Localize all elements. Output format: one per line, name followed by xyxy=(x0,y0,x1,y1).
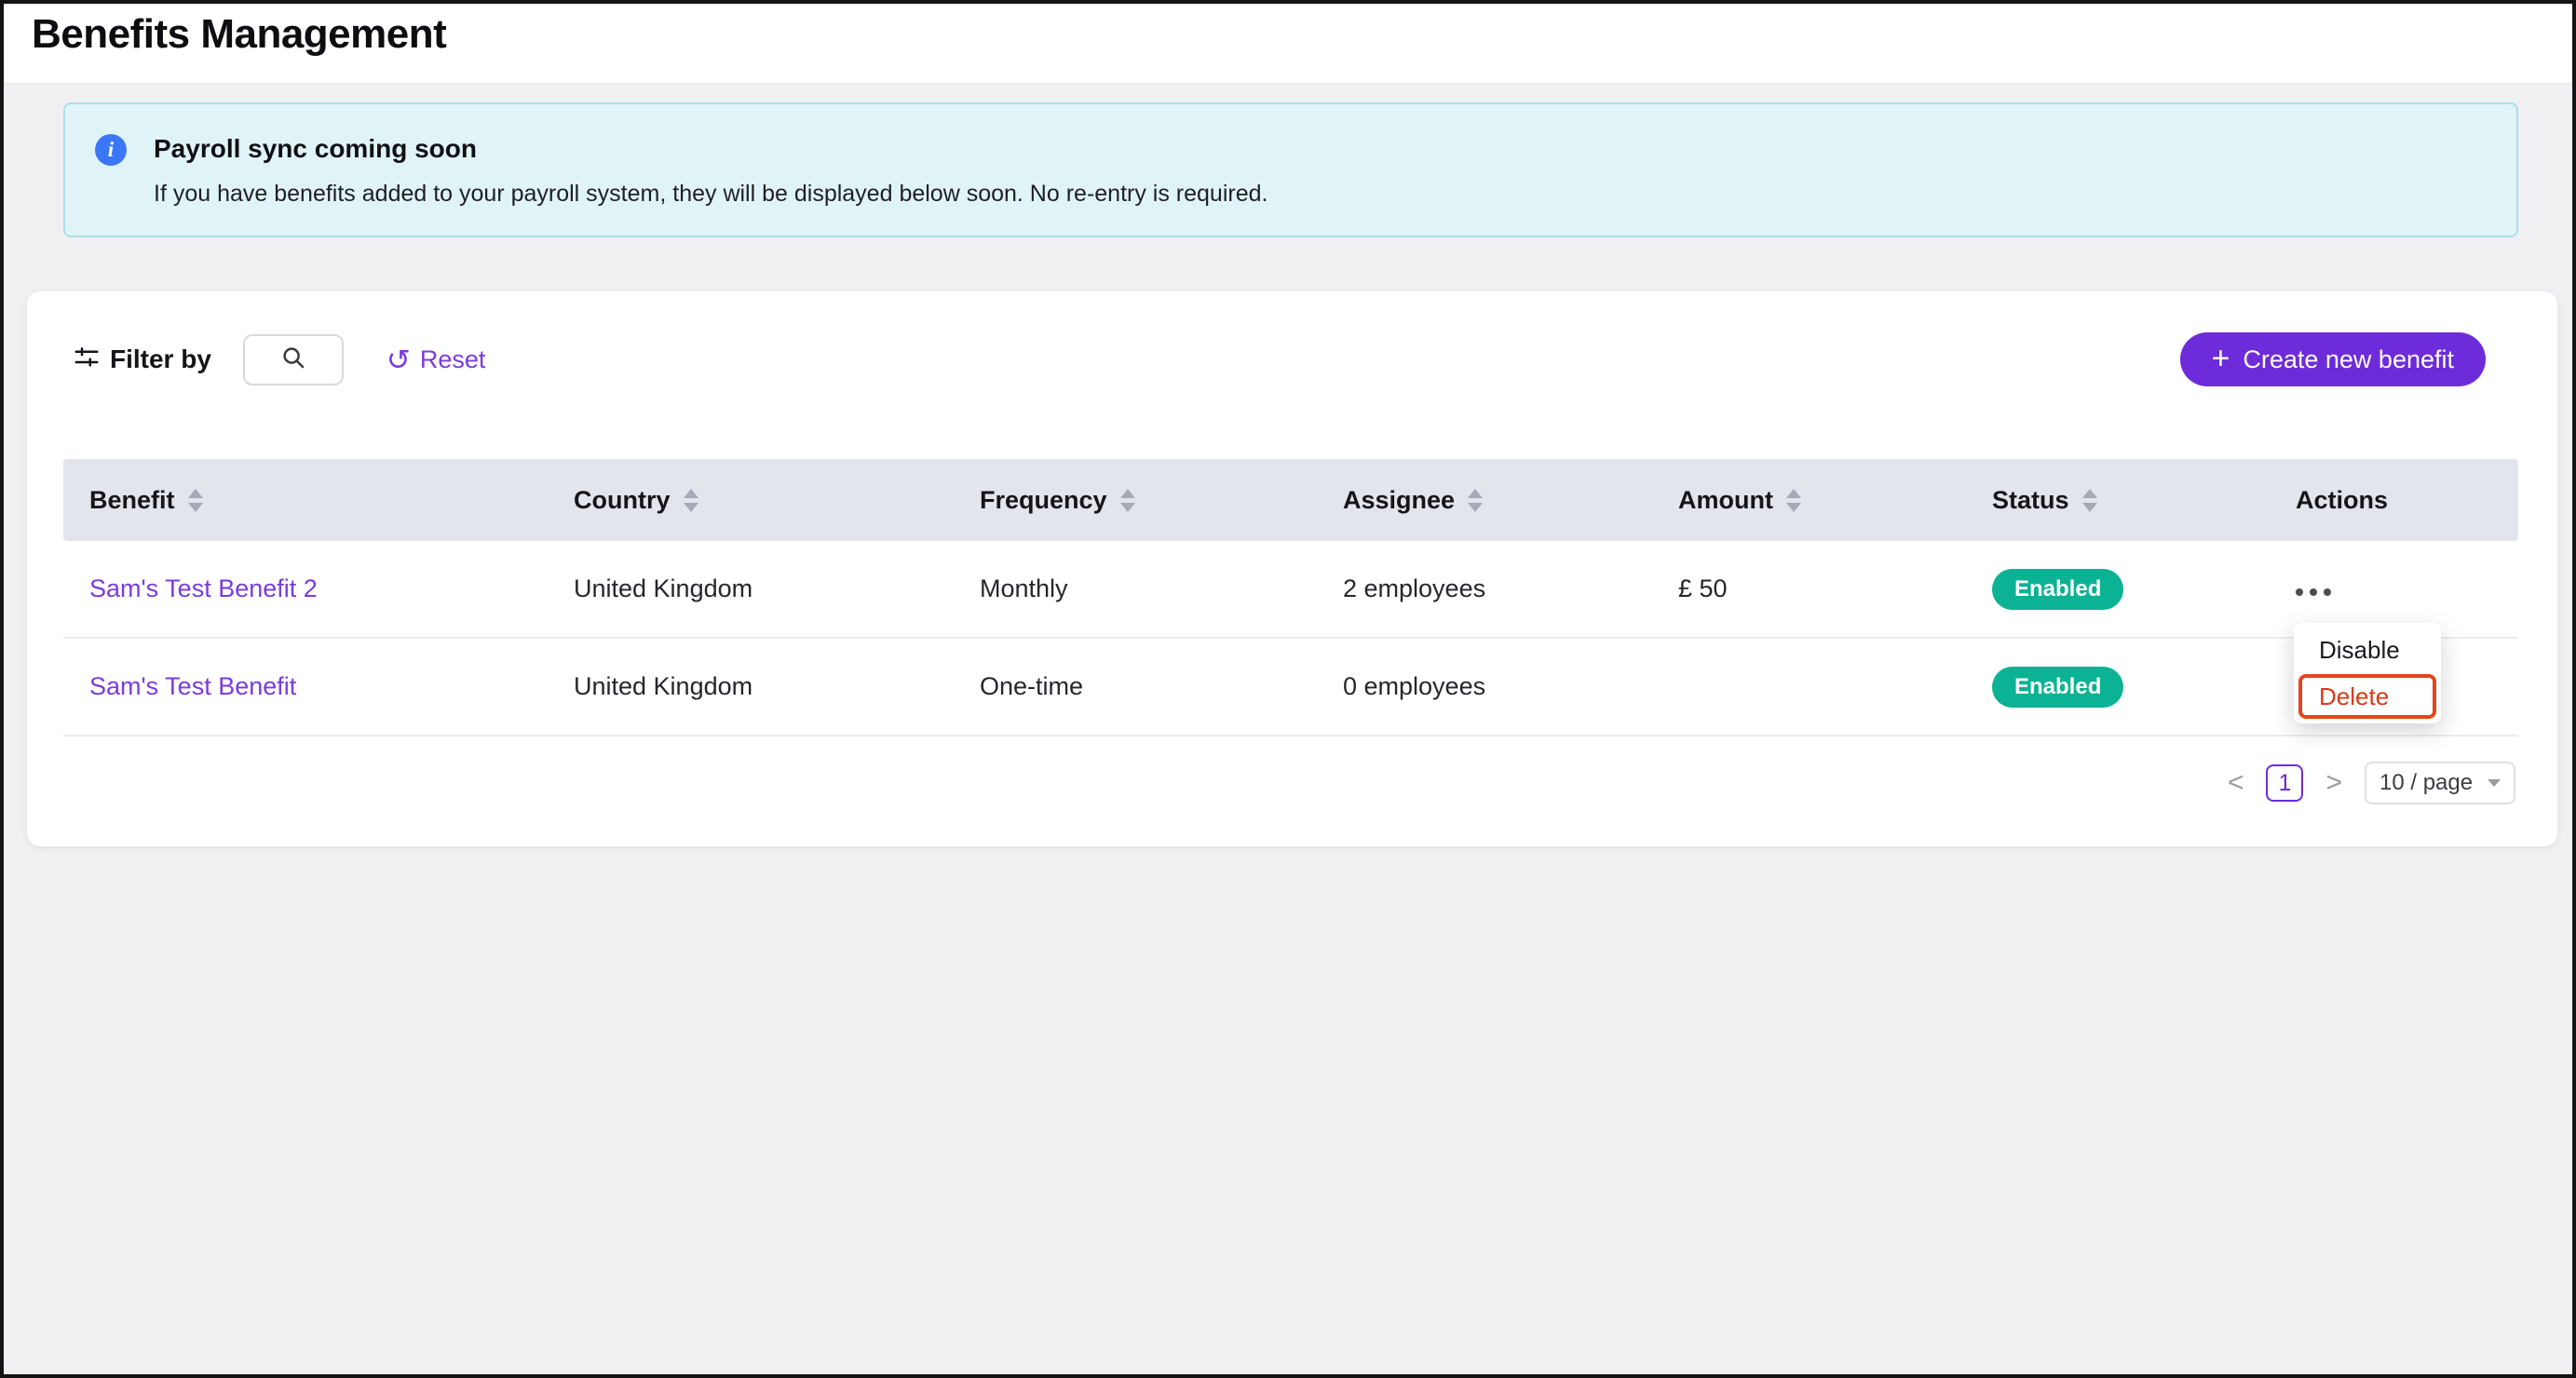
reset-icon: ↺ xyxy=(386,345,411,374)
sort-icon[interactable] xyxy=(684,489,698,512)
page-title: Benefits Management xyxy=(32,11,446,58)
benefits-card: Filter by ↺ Reset + Create new benefit B… xyxy=(27,291,2557,846)
frequency-cell: Monthly xyxy=(980,574,1343,603)
page-size-select[interactable]: 10 / page xyxy=(2365,762,2515,804)
reset-label: Reset xyxy=(420,345,486,374)
search-icon xyxy=(279,344,307,376)
column-header-amount[interactable]: Amount xyxy=(1678,486,1992,515)
table-header-row: Benefit Country Frequency Assignee Amoun… xyxy=(63,459,2518,541)
search-input[interactable] xyxy=(243,334,344,385)
benefit-link[interactable]: Sam's Test Benefit xyxy=(89,672,296,700)
column-header-assignee[interactable]: Assignee xyxy=(1343,486,1678,515)
filter-by-label: Filter by xyxy=(110,344,211,374)
benefits-table: Benefit Country Frequency Assignee Amoun… xyxy=(63,459,2518,736)
column-header-benefit[interactable]: Benefit xyxy=(89,486,574,515)
table-row: Sam's Test Benefit 2 United Kingdom Mont… xyxy=(63,541,2518,639)
filter-toolbar: Filter by ↺ Reset xyxy=(73,332,491,386)
table-row: Sam's Test Benefit United Kingdom One-ti… xyxy=(63,639,2518,736)
chevron-down-icon xyxy=(2488,779,2501,787)
country-cell: United Kingdom xyxy=(574,574,980,603)
sort-icon[interactable] xyxy=(1468,489,1483,512)
benefit-link[interactable]: Sam's Test Benefit 2 xyxy=(89,574,318,602)
delete-menu-item[interactable]: Delete xyxy=(2298,674,2436,719)
sort-icon[interactable] xyxy=(2082,489,2097,512)
page-size-value: 10 / page xyxy=(2379,770,2473,796)
actions-dropdown-menu: Disable Delete xyxy=(2294,623,2441,723)
column-header-status[interactable]: Status xyxy=(1992,486,2296,515)
next-page-button[interactable]: > xyxy=(2320,768,2348,798)
column-header-frequency[interactable]: Frequency xyxy=(980,486,1343,515)
info-icon: i xyxy=(95,134,127,166)
assignee-cell: 0 employees xyxy=(1343,672,1678,701)
assignee-cell: 2 employees xyxy=(1343,574,1678,603)
banner-text: If you have benefits added to your payro… xyxy=(154,181,1268,208)
disable-menu-item[interactable]: Disable xyxy=(2298,628,2436,672)
info-banner: i Payroll sync coming soon If you have b… xyxy=(63,102,2518,237)
plus-icon: + xyxy=(2212,343,2230,374)
filter-icon xyxy=(73,344,101,376)
reset-button[interactable]: ↺ Reset xyxy=(381,344,492,375)
amount-cell: £ 50 xyxy=(1678,574,1992,603)
status-badge: Enabled xyxy=(1992,569,2123,610)
create-button-label: Create new benefit xyxy=(2243,345,2454,374)
country-cell: United Kingdom xyxy=(574,672,980,701)
current-page-button[interactable]: 1 xyxy=(2266,764,2303,802)
pagination: < 1 > 10 / page xyxy=(2222,762,2515,804)
more-options-icon[interactable] xyxy=(2296,579,2331,605)
top-bar: Benefits Management xyxy=(4,4,2572,83)
sort-icon[interactable] xyxy=(1786,489,1801,512)
column-header-country[interactable]: Country xyxy=(574,486,980,515)
benefits-management-screen: Benefits Management i Payroll sync comin… xyxy=(0,0,2576,1378)
banner-title: Payroll sync coming soon xyxy=(154,134,477,164)
sort-icon[interactable] xyxy=(188,489,203,512)
create-new-benefit-button[interactable]: + Create new benefit xyxy=(2180,332,2487,386)
column-header-actions: Actions xyxy=(2296,486,2518,515)
previous-page-button[interactable]: < xyxy=(2222,768,2250,798)
sort-icon[interactable] xyxy=(1120,489,1135,512)
frequency-cell: One-time xyxy=(980,672,1343,701)
status-badge: Enabled xyxy=(1992,667,2123,708)
